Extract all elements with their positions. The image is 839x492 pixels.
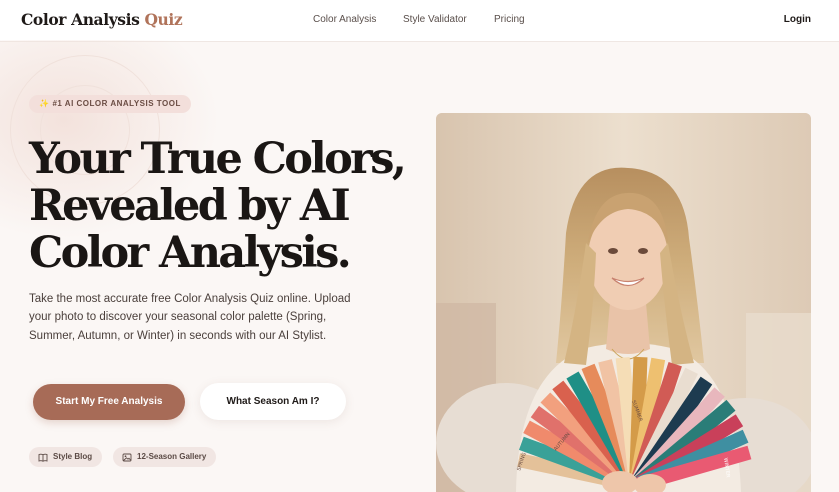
start-analysis-button[interactable]: Start My Free Analysis — [33, 384, 185, 420]
headline-line: Color Analysis. — [29, 228, 352, 278]
what-season-button[interactable]: What Season Am I? — [200, 383, 346, 420]
nav-link-pricing[interactable]: Pricing — [494, 14, 525, 25]
hero-headline: Your True Colors, Revealed by AI Color A… — [29, 136, 429, 277]
site-logo[interactable]: Color Analysis Quiz — [21, 10, 183, 29]
nav-link-color-analysis[interactable]: Color Analysis — [313, 14, 376, 25]
season-gallery-chip[interactable]: 12-Season Gallery — [113, 447, 217, 467]
image-icon — [122, 453, 132, 461]
nav-link-style-validator[interactable]: Style Validator — [403, 14, 467, 25]
chip-label: 12-Season Gallery — [137, 452, 207, 461]
hero-badge: ✨ #1 AI COLOR ANALYSIS TOOL — [29, 95, 191, 113]
style-blog-chip[interactable]: Style Blog — [29, 447, 103, 467]
logo-accent-text: Quiz — [144, 10, 183, 29]
top-nav: Color Analysis Quiz Color Analysis Style… — [0, 0, 839, 42]
hero-photo: AUTUMN SUMMER WINTER SPRING — [436, 113, 811, 492]
headline-line: Your True Colors, — [29, 134, 407, 184]
woman-with-color-fan-illustration: AUTUMN SUMMER WINTER SPRING — [436, 113, 811, 492]
logo-text: Color Analysis — [21, 10, 145, 29]
hero-badge-label: #1 AI COLOR ANALYSIS TOOL — [52, 99, 181, 108]
headline-line: Revealed by AI — [29, 181, 351, 231]
book-icon — [38, 453, 48, 462]
login-link[interactable]: Login — [784, 14, 811, 25]
sparkles-icon: ✨ — [39, 99, 50, 108]
chip-label: Style Blog — [53, 452, 93, 461]
hero-description: Take the most accurate free Color Analys… — [29, 293, 351, 342]
